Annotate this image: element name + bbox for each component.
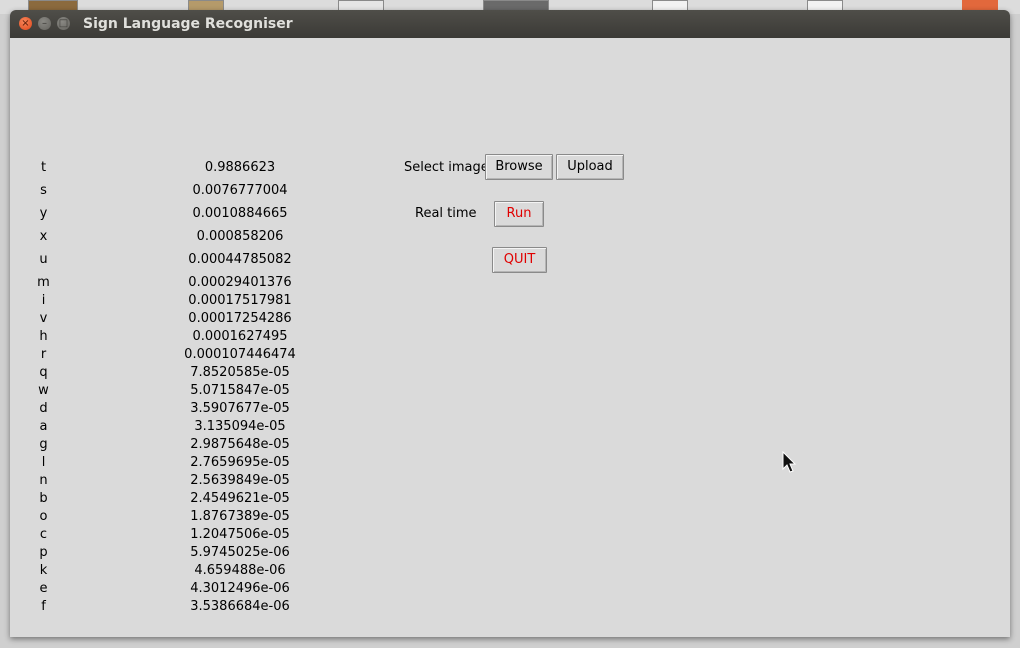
prediction-letter: q: [39, 365, 48, 380]
prediction-value: 0.00044785082: [188, 252, 292, 267]
prediction-value: 0.0076777004: [192, 183, 288, 198]
prediction-value: 4.659488e-06: [194, 563, 286, 578]
prediction-value: 7.8520585e-05: [190, 365, 290, 380]
prediction-letter: r: [40, 347, 47, 362]
prediction-letter: k: [39, 563, 48, 578]
browse-button[interactable]: Browse: [485, 154, 553, 180]
prediction-letter: t: [40, 160, 47, 175]
maximize-icon: □: [58, 18, 69, 29]
prediction-letter: y: [39, 206, 48, 221]
close-icon: ×: [21, 18, 30, 29]
prediction-value: 0.000858206: [196, 229, 284, 244]
close-window-button[interactable]: ×: [19, 17, 32, 30]
realtime-label: Real time: [415, 206, 477, 221]
prediction-value: 1.8767389e-05: [190, 509, 290, 524]
prediction-letter: h: [39, 329, 48, 344]
prediction-value: 2.7659695e-05: [190, 455, 290, 470]
window-title: Sign Language Recogniser: [83, 16, 293, 32]
quit-button[interactable]: QUIT: [492, 247, 547, 273]
prediction-letter: v: [39, 311, 48, 326]
prediction-value: 2.9875648e-05: [190, 437, 290, 452]
prediction-value: 1.2047506e-05: [190, 527, 290, 542]
mouse-cursor-icon: [782, 451, 797, 473]
prediction-value: 0.9886623: [204, 160, 276, 175]
prediction-letter: x: [39, 229, 48, 244]
upload-button[interactable]: Upload: [556, 154, 624, 180]
prediction-value: 0.00017517981: [188, 293, 292, 308]
prediction-letter: o: [39, 509, 48, 524]
run-button[interactable]: Run: [494, 201, 544, 227]
prediction-value: 3.5907677e-05: [190, 401, 290, 416]
prediction-value: 0.000107446474: [184, 347, 296, 362]
prediction-letter: i: [41, 293, 46, 308]
app-window: × – □ Sign Language Recogniser t 0.988662…: [10, 10, 1010, 637]
prediction-letter: w: [38, 383, 49, 398]
select-image-label: Select image: [404, 160, 489, 175]
prediction-value: 4.3012496e-06: [190, 581, 290, 596]
prediction-value: 5.0715847e-05: [190, 383, 290, 398]
maximize-window-button[interactable]: □: [57, 17, 70, 30]
minimize-icon: –: [42, 18, 47, 29]
prediction-letter: m: [37, 275, 50, 290]
prediction-letter: a: [39, 419, 48, 434]
prediction-letter: f: [41, 599, 46, 614]
prediction-value: 3.135094e-05: [194, 419, 286, 434]
prediction-value: 0.00017254286: [188, 311, 292, 326]
prediction-letter: d: [39, 401, 48, 416]
title-bar[interactable]: × – □ Sign Language Recogniser: [10, 10, 1010, 38]
prediction-value: 0.0010884665: [192, 206, 288, 221]
prediction-letter: b: [39, 491, 48, 506]
prediction-letter: s: [40, 183, 47, 198]
prediction-letter: g: [39, 437, 48, 452]
prediction-letter: l: [41, 455, 46, 470]
minimize-window-button[interactable]: –: [38, 17, 51, 30]
prediction-letter: n: [39, 473, 48, 488]
prediction-value: 2.5639849e-05: [190, 473, 290, 488]
prediction-value: 0.0001627495: [192, 329, 288, 344]
prediction-letter: p: [39, 545, 48, 560]
prediction-letter: c: [39, 527, 48, 542]
prediction-value: 2.4549621e-05: [190, 491, 290, 506]
prediction-value: 3.5386684e-06: [190, 599, 290, 614]
prediction-value: 5.9745025e-06: [190, 545, 290, 560]
prediction-letter: u: [39, 252, 48, 267]
prediction-letter: e: [39, 581, 48, 596]
prediction-value: 0.00029401376: [188, 275, 292, 290]
